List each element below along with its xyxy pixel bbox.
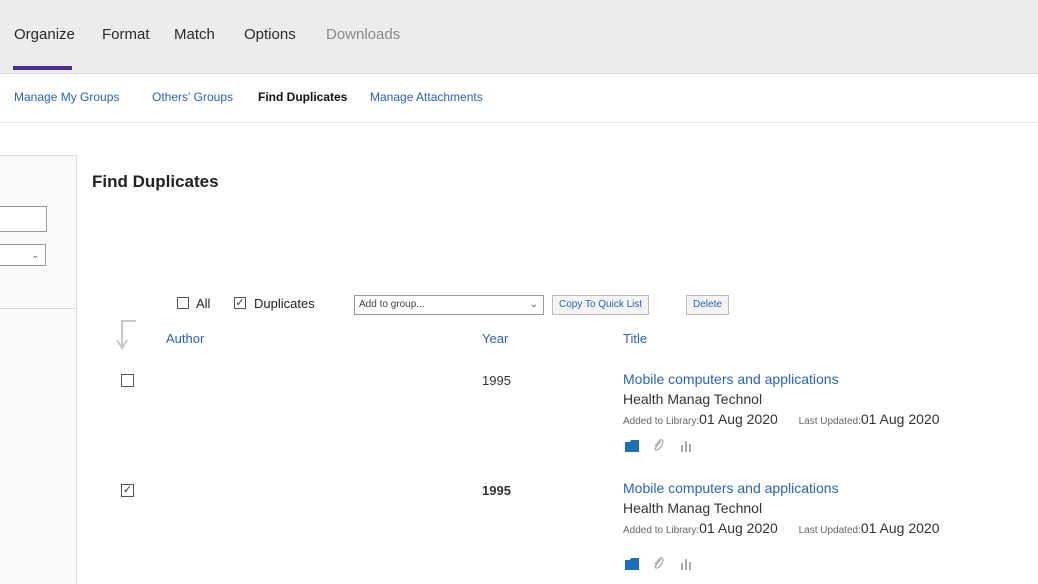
link-manage-my-groups[interactable]: Manage My Groups [14, 90, 119, 104]
tab-downloads[interactable]: Downloads [326, 26, 400, 43]
sort-arrow-icon[interactable] [114, 318, 138, 352]
delete-button[interactable]: Delete [686, 295, 729, 315]
row-2-year: 1995 [482, 483, 511, 498]
row-2-checkbox[interactable]: ✓ [121, 484, 134, 497]
row-1-added-label: Added to Library: [623, 416, 700, 427]
paperclip-icon[interactable] [653, 556, 665, 575]
row-1-added-date: 01 Aug 2020 [699, 411, 778, 427]
collection-select[interactable]: ⌄ [0, 244, 46, 266]
link-others-groups[interactable]: Others' Groups [152, 90, 233, 104]
link-find-duplicates[interactable]: Find Duplicates [258, 90, 347, 104]
row-1-dates: Added to Library:01 Aug 2020 Last Update… [623, 411, 940, 427]
tab-options[interactable]: Options [244, 26, 296, 43]
row-2-dates: Added to Library:01 Aug 2020 Last Update… [623, 520, 940, 536]
column-header-year[interactable]: Year [482, 331, 508, 346]
row-2-added-label: Added to Library: [623, 525, 700, 536]
page-title: Find Duplicates [92, 172, 219, 191]
tab-organize[interactable]: Organize [14, 26, 75, 43]
left-divider [0, 308, 76, 309]
column-header-title[interactable]: Title [623, 331, 647, 346]
row-1-updated-label: Last Updated: [798, 416, 861, 427]
bar-chart-icon[interactable] [680, 557, 692, 575]
select-all-label: All [196, 296, 211, 311]
row-1-updated-date: 01 Aug 2020 [860, 411, 940, 427]
link-manage-attachments[interactable]: Manage Attachments [370, 90, 483, 104]
row-2-title[interactable]: Mobile computers and applications [623, 480, 839, 496]
add-to-group-select[interactable]: Add to group... ⌄ [354, 295, 544, 315]
row-2-icons [625, 556, 702, 572]
row-2-journal: Health Manag Technol [623, 500, 763, 516]
top-nav: Organize Format Match Options Downloads [0, 0, 1038, 74]
folder-icon[interactable] [625, 439, 639, 457]
row-1-year: 1995 [482, 373, 511, 388]
sub-nav: Manage My Groups Others' Groups Find Dup… [0, 74, 1038, 123]
search-input[interactable] [0, 206, 47, 232]
select-all-checkbox[interactable] [177, 297, 189, 309]
row-1-checkbox[interactable] [121, 374, 134, 387]
row-2-updated-label: Last Updated: [798, 525, 861, 536]
bar-chart-icon[interactable] [680, 439, 692, 457]
chevron-down-icon: ⌄ [529, 299, 538, 310]
row-2-added-date: 01 Aug 2020 [699, 520, 778, 536]
paperclip-icon[interactable] [653, 438, 665, 457]
tab-match[interactable]: Match [174, 26, 215, 43]
duplicates-label: Duplicates [254, 296, 315, 311]
folder-icon[interactable] [625, 557, 639, 575]
active-tab-indicator [13, 66, 72, 70]
row-1-icons [625, 438, 702, 454]
group-select-value: Add to group... [359, 299, 425, 310]
tab-format[interactable]: Format [102, 26, 150, 43]
chevron-down-icon: ⌄ [31, 250, 39, 260]
row-1-journal: Health Manag Technol [623, 391, 763, 407]
column-header-author[interactable]: Author [166, 331, 204, 346]
row-1-title[interactable]: Mobile computers and applications [623, 371, 839, 387]
row-2-updated-date: 01 Aug 2020 [860, 520, 940, 536]
copy-to-quick-list-button[interactable]: Copy To Quick List [552, 295, 650, 315]
duplicates-checkbox[interactable]: ✓ [234, 297, 246, 309]
